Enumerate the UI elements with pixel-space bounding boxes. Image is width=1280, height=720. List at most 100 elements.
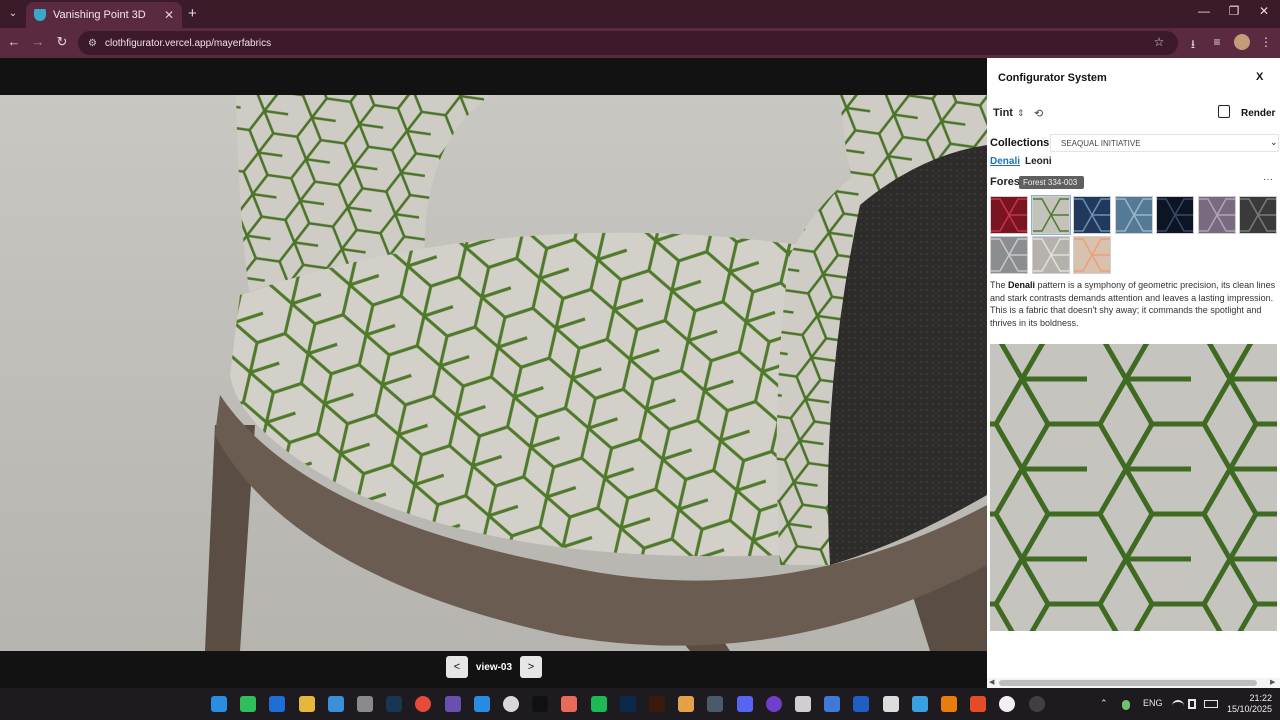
microphone-icon[interactable] [1122,700,1130,710]
azure-icon[interactable] [911,696,928,712]
outlook-icon[interactable] [269,696,286,712]
collections-select[interactable]: SEAQUAL INITIATIVE [1050,134,1279,152]
pattern-tab-denali[interactable]: Denali [990,156,1020,167]
browser-toolbar: ← → ↻ ⚙ clothfigurator.vercel.app/mayerf… [0,28,1280,58]
back-button[interactable]: ← [5,34,23,49]
clock-time: 21:22 [1249,693,1272,703]
site-info-icon[interactable]: ⚙ [88,38,97,49]
globe-app-icon[interactable] [678,696,695,712]
windows-start-icon[interactable] [211,696,227,712]
configurator-panel: Configurator System X Tint ⇕ ⟲ Render Co… [987,58,1280,688]
prev-view-button[interactable]: < [446,656,468,678]
cura-icon[interactable] [853,696,870,712]
tab-search-chevron-icon[interactable]: ⌄ [4,5,22,23]
os-taskbar: ⌃ ENG 21:22 15/10/2025 [0,688,1280,720]
viewport-letterbox-top [0,58,987,95]
krita-icon[interactable] [561,696,578,712]
circle-app-icon[interactable] [503,696,519,712]
swatch-forest[interactable] [1030,195,1071,235]
collections-label: Collections [990,137,1050,149]
download-icon[interactable]: ⭳ [1185,35,1201,56]
bootstrap-icon[interactable] [824,696,841,712]
file-explorer-icon[interactable] [298,696,315,712]
3d-viewport[interactable]: < view-03 > [0,58,987,688]
browser-menu-icon[interactable]: ⋮ [1258,35,1274,49]
illustrator-icon[interactable] [649,696,665,712]
discord-icon[interactable] [736,696,753,712]
next-view-button[interactable]: > [519,656,542,678]
capcut-icon[interactable] [532,696,549,712]
tint-sort-icon[interactable]: ⇕ [1017,108,1025,119]
profile-avatar[interactable] [1234,34,1250,50]
language-indicator[interactable]: ENG [1143,698,1163,708]
forward-button[interactable]: → [29,34,47,49]
browser-titlebar: ⌄ Vanishing Point 3D ✕ + — ❐ ✕ [0,0,1280,28]
render-icon[interactable] [1218,105,1230,118]
system-clock[interactable]: 21:22 15/10/2025 [1224,693,1272,715]
fabric-preview-image [990,344,1277,631]
steam-icon[interactable] [386,696,403,712]
fabric-closeup [990,344,1277,631]
panel-close-button[interactable]: X [1256,71,1266,83]
scroll-left-icon[interactable]: ◀ [989,678,994,686]
description-prefix: The [990,280,1009,290]
tab-close-icon[interactable]: ✕ [164,8,174,22]
html-icon[interactable] [970,696,987,712]
media-control-icon[interactable]: ≡ [1209,35,1225,49]
volume-icon[interactable] [1188,699,1196,709]
swatch-lilac[interactable] [1197,196,1236,234]
swatch-slate-blue[interactable] [1114,196,1153,234]
codex-icon[interactable] [882,696,899,712]
window-restore-button[interactable]: ❐ [1224,4,1244,18]
tint-reset-icon[interactable]: ⟲ [1034,107,1043,120]
panel-title: Configurator System [998,72,1107,84]
panel-horizontal-scrollbar[interactable]: ◀ ▶ [987,678,1280,688]
github-icon[interactable] [765,696,782,712]
notepad-icon[interactable] [327,696,344,712]
site-favicon-icon [34,9,46,21]
tray-overflow-icon[interactable]: ⌃ [1100,698,1108,709]
browser-tab-active[interactable]: Vanishing Point 3D ✕ [26,2,182,28]
chevron-down-icon[interactable]: ⌄ [1270,137,1278,148]
vscode-icon[interactable] [473,696,490,712]
new-tab-button[interactable]: + [188,5,202,22]
tab-title: Vanishing Point 3D [53,9,146,21]
chrome-icon[interactable] [415,696,432,712]
swatch-grey[interactable] [990,236,1028,274]
printer-icon[interactable] [357,696,373,712]
swatch-red[interactable] [990,196,1028,234]
chair-render-scene[interactable] [0,95,987,651]
battery-icon[interactable] [1204,700,1218,708]
window-minimize-button[interactable]: — [1194,4,1214,18]
window-close-button[interactable]: ✕ [1254,4,1274,18]
swatch-navy[interactable] [1073,196,1111,234]
spotify-icon[interactable] [590,696,607,712]
description-pattern-name: Denali [1008,280,1036,290]
swatch-stone[interactable] [1031,236,1070,274]
swatch-midnight[interactable] [1156,196,1194,234]
wifi-icon[interactable] [1172,700,1184,710]
blender-icon[interactable] [941,696,957,712]
url-text[interactable]: clothfigurator.vercel.app/mayerfabrics [105,38,271,49]
address-bar[interactable]: ⚙ clothfigurator.vercel.app/mayerfabrics [78,31,1178,55]
reload-button[interactable]: ↻ [53,34,71,50]
vs-icon[interactable] [444,696,461,712]
unreal-icon[interactable] [999,696,1016,712]
pattern-tab-leoni[interactable]: Leoni [1025,156,1052,167]
swatch-peach[interactable] [1073,236,1111,274]
clock-date: 15/10/2025 [1226,704,1272,714]
swatch-tooltip: Forest 334-003 [1019,176,1084,189]
davinci-icon[interactable] [707,696,724,712]
scroll-right-icon[interactable]: ▶ [1270,678,1275,686]
render-button[interactable]: Render [1241,108,1275,119]
view-navigator: < view-03 > [446,656,542,678]
swatch-charcoal[interactable] [1239,196,1277,234]
photoshop-icon[interactable] [619,696,636,712]
obs-icon[interactable] [1028,696,1045,712]
bookmark-star-icon[interactable]: ☆ [1151,35,1167,49]
unity-icon[interactable] [795,696,811,712]
tint-toggle[interactable]: Tint [993,107,1013,119]
scrollbar-thumb[interactable] [999,680,1257,686]
whatsapp-icon[interactable] [240,696,257,712]
more-options-icon[interactable]: ··· [1263,174,1273,185]
